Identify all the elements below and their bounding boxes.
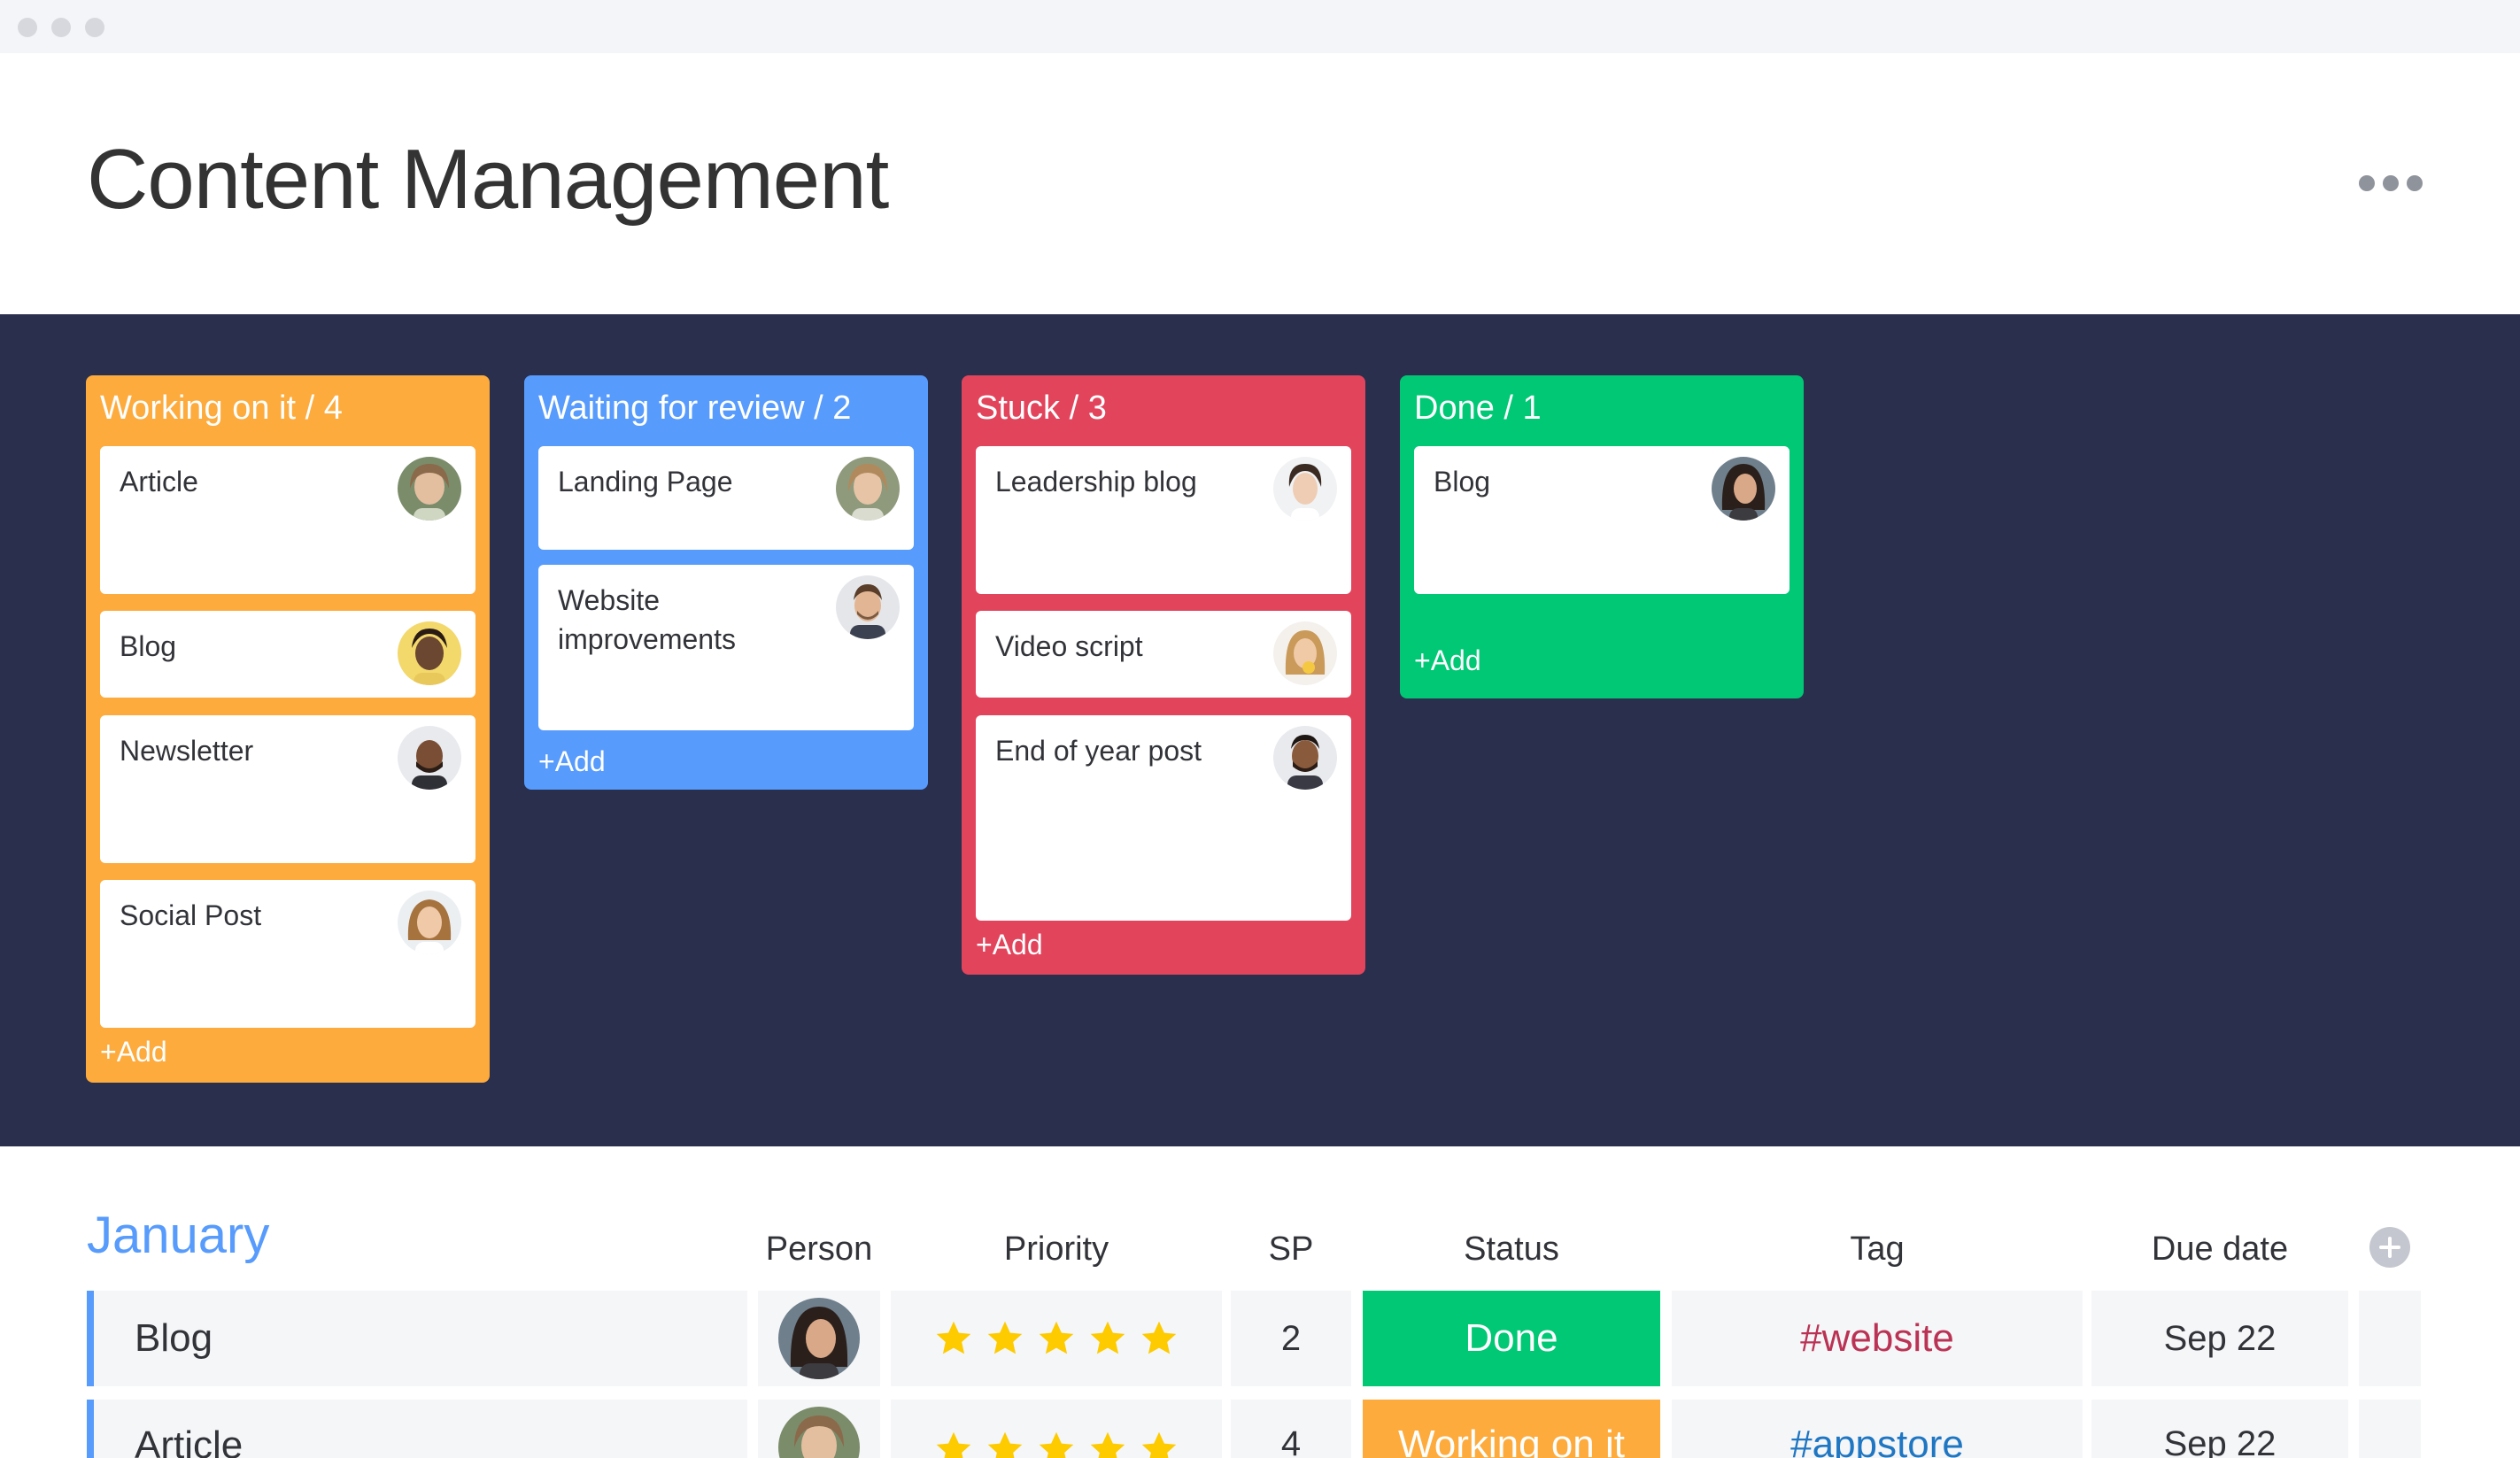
table-row-sp[interactable]: 2 xyxy=(1231,1291,1351,1386)
tag-badge[interactable]: #website xyxy=(1672,1291,2083,1386)
column-title: Waiting for review / 2 xyxy=(538,390,852,427)
kanban-card[interactable]: Landing Page xyxy=(538,446,914,550)
avatar[interactable] xyxy=(1712,457,1775,521)
table-row-person[interactable] xyxy=(758,1291,880,1386)
table-row-due-date[interactable]: Sep 22 xyxy=(2091,1291,2348,1386)
add-item-link[interactable]: +Add xyxy=(100,1036,167,1068)
star-icon xyxy=(936,1431,971,1458)
kanban-card[interactable]: Article xyxy=(100,446,475,594)
window-dot-icon[interactable] xyxy=(85,18,104,37)
table-row-priority[interactable] xyxy=(891,1291,1222,1386)
kanban-card[interactable]: Blog xyxy=(1414,446,1790,594)
avatar[interactable] xyxy=(836,457,900,521)
window-dot-icon[interactable] xyxy=(18,18,37,37)
card-label: Leadership blog xyxy=(995,466,1197,498)
card-label: Social Post xyxy=(120,899,262,931)
card-label: Blog xyxy=(1434,466,1491,498)
table-row-name[interactable]: Blog xyxy=(94,1291,747,1386)
table-row-due-date[interactable]: Sep 22 xyxy=(2091,1400,2348,1458)
kanban-card[interactable]: End of year post xyxy=(976,715,1351,921)
kanban-card[interactable]: Blog xyxy=(100,611,475,698)
column-header-status[interactable]: Status xyxy=(1363,1230,1660,1269)
star-icon xyxy=(1090,1431,1125,1458)
table-row-priority[interactable] xyxy=(891,1400,1222,1458)
row-indicator xyxy=(87,1291,94,1386)
kanban-card[interactable]: Leadership blog xyxy=(976,446,1351,594)
star-icon xyxy=(1090,1321,1125,1354)
avatar[interactable] xyxy=(1273,621,1337,685)
table-row-extra[interactable] xyxy=(2359,1400,2421,1458)
avatar[interactable] xyxy=(1273,457,1337,521)
avatar[interactable] xyxy=(836,575,900,639)
avatar[interactable] xyxy=(778,1298,860,1379)
kanban-card[interactable]: Newsletter xyxy=(100,715,475,863)
status-badge[interactable]: Done xyxy=(1363,1291,1660,1386)
star-icon xyxy=(1039,1431,1074,1458)
column-title: Done / 1 xyxy=(1414,390,1542,427)
avatar[interactable] xyxy=(398,457,461,521)
kanban-column-done: Done / 1 Blog +Add xyxy=(1400,375,1804,698)
kanban-card[interactable]: Video script xyxy=(976,611,1351,698)
window-dot-icon[interactable] xyxy=(51,18,71,37)
kanban-column-review: Waiting for review / 2 Landing Page Webs… xyxy=(524,375,928,790)
table-row-name[interactable]: Article xyxy=(94,1400,747,1458)
table-row-sp[interactable]: 4 xyxy=(1231,1400,1351,1458)
kanban-board: Working on it / 4 Article Blog Newslette… xyxy=(0,314,2520,1146)
tag-badge[interactable]: #appstore xyxy=(1672,1400,2083,1458)
add-column-icon[interactable] xyxy=(2369,1227,2410,1268)
star-icon xyxy=(1141,1321,1177,1354)
column-header-due-date[interactable]: Due date xyxy=(2091,1230,2348,1269)
avatar[interactable] xyxy=(1273,726,1337,790)
avatar[interactable] xyxy=(398,891,461,954)
column-title: Working on it / 4 xyxy=(100,390,343,427)
column-title: Stuck / 3 xyxy=(976,390,1107,427)
star-icon xyxy=(936,1321,971,1354)
avatar[interactable] xyxy=(398,621,461,685)
avatar[interactable] xyxy=(398,726,461,790)
kanban-column-stuck: Stuck / 3 Leadership blog Video script E… xyxy=(962,375,1365,975)
kanban-column-working: Working on it / 4 Article Blog Newslette… xyxy=(86,375,490,1083)
window-titlebar xyxy=(0,0,2520,53)
priority-stars xyxy=(934,1430,1179,1458)
column-header-sp[interactable]: SP xyxy=(1231,1230,1351,1269)
card-label: Blog xyxy=(120,630,177,662)
column-header-priority[interactable]: Priority xyxy=(891,1230,1222,1269)
add-item-link[interactable]: +Add xyxy=(976,929,1043,961)
avatar[interactable] xyxy=(778,1407,860,1458)
table-row-person[interactable] xyxy=(758,1400,880,1458)
row-indicator xyxy=(87,1400,94,1458)
column-header-person[interactable]: Person xyxy=(748,1230,890,1269)
card-label: Video script xyxy=(995,630,1143,662)
add-item-link[interactable]: +Add xyxy=(538,745,606,778)
card-label: End of year post xyxy=(995,735,1202,767)
card-label: Website improvements xyxy=(558,584,736,655)
card-label: Landing Page xyxy=(558,466,733,498)
more-options-icon[interactable] xyxy=(2359,174,2423,193)
card-label: Newsletter xyxy=(120,735,254,767)
table-row-extra[interactable] xyxy=(2359,1291,2421,1386)
status-badge[interactable]: Working on it xyxy=(1363,1400,1660,1458)
add-item-link[interactable]: +Add xyxy=(1414,644,1481,677)
column-header-tag[interactable]: Tag xyxy=(1672,1230,2083,1269)
star-icon xyxy=(1039,1321,1074,1354)
star-icon xyxy=(987,1321,1023,1354)
star-icon xyxy=(987,1431,1023,1458)
group-title[interactable]: January xyxy=(87,1206,269,1265)
kanban-card[interactable]: Social Post xyxy=(100,880,475,1028)
priority-stars xyxy=(934,1319,1179,1358)
star-icon xyxy=(1141,1431,1177,1458)
kanban-card[interactable]: Website improvements xyxy=(538,565,914,730)
page-title: Content Management xyxy=(87,132,889,227)
card-label: Article xyxy=(120,466,198,498)
